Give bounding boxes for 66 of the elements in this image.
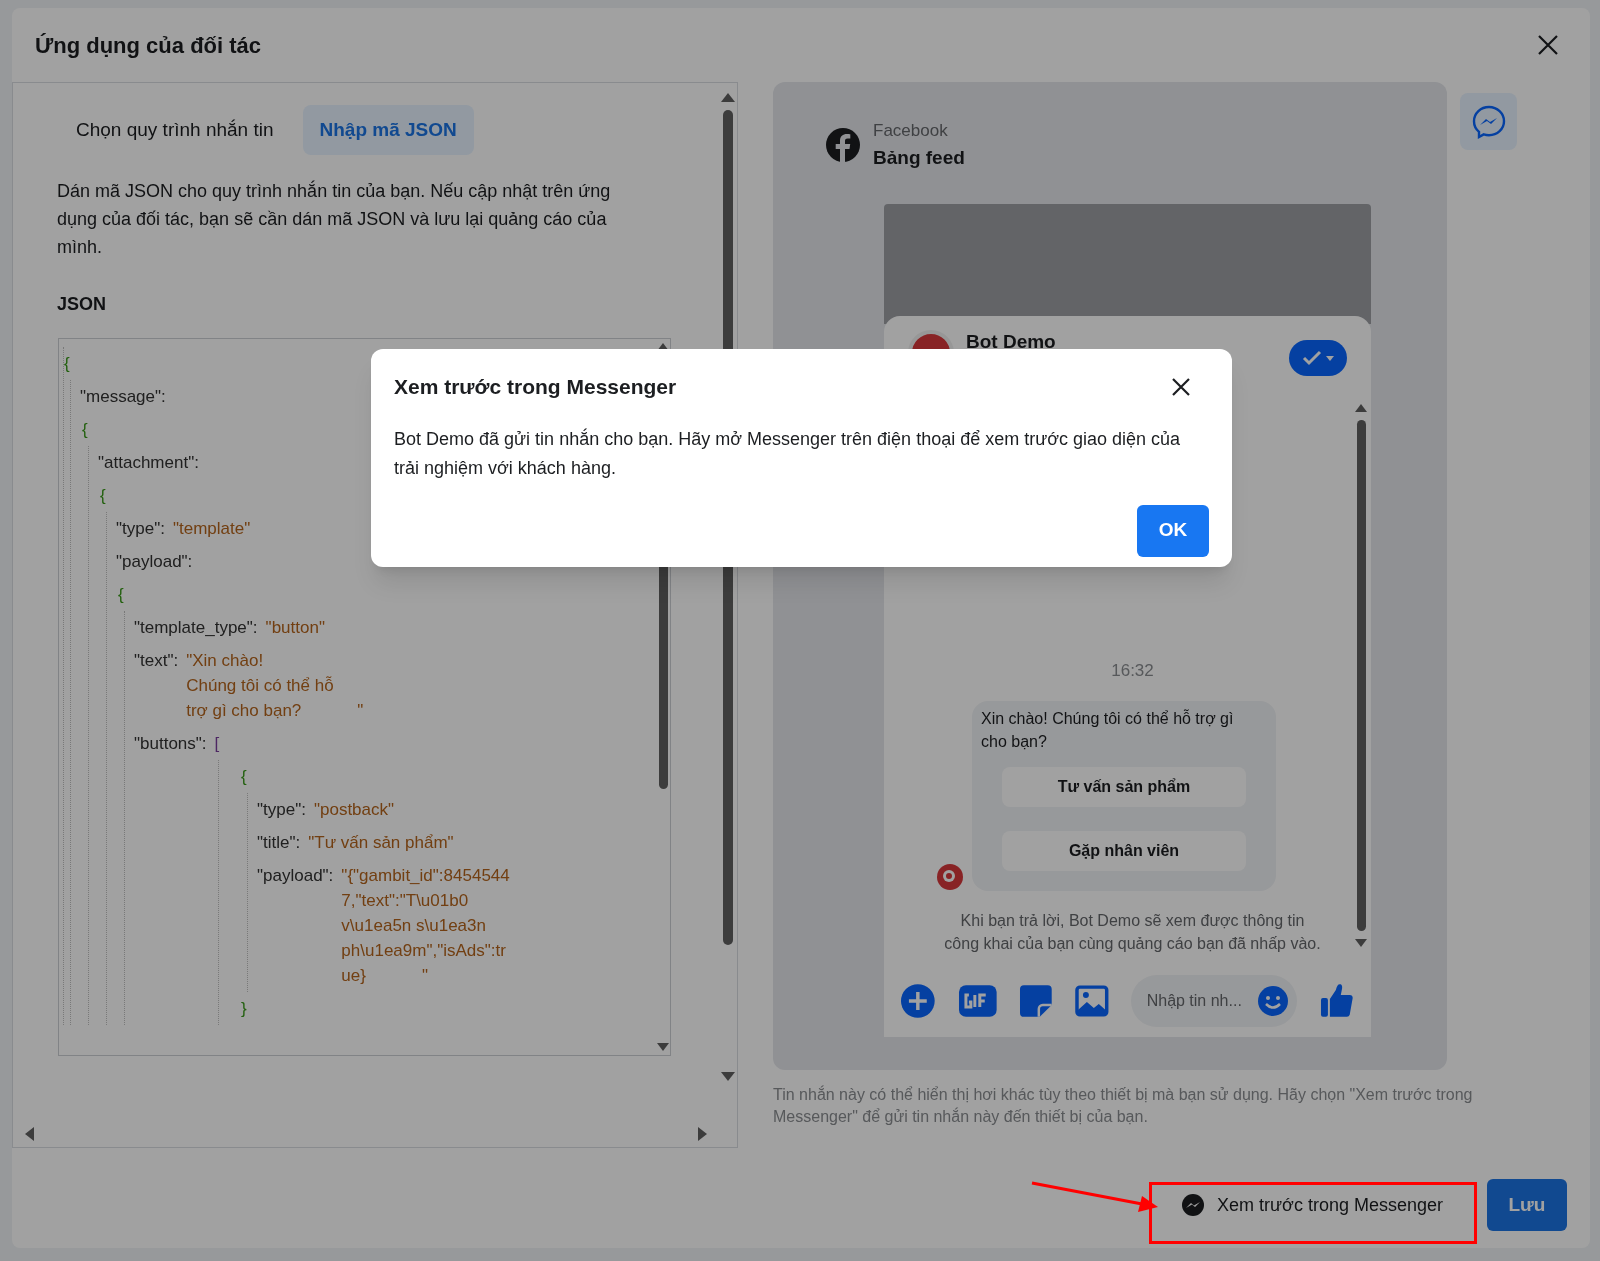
modal-title: Xem trước trong Messenger xyxy=(394,374,677,400)
close-icon[interactable] xyxy=(1537,34,1559,56)
code-string: v\u1ea5n s\u1ea3n xyxy=(341,915,486,937)
json-label: JSON xyxy=(57,293,108,316)
check-icon xyxy=(1302,350,1322,366)
verified-dropdown[interactable] xyxy=(1289,340,1347,376)
sticker-icon[interactable] xyxy=(1019,984,1053,1018)
code-key: "buttons": xyxy=(134,727,207,760)
code-string: "postback" xyxy=(313,799,395,821)
privacy-notice: Khi bạn trả lời, Bot Demo sẽ xem được thông tin công khai của bạn cùng quảng cáo bạn đã nhấp vào. xyxy=(943,911,1322,954)
code-key: "payload": xyxy=(257,863,334,888)
plus-icon[interactable] xyxy=(900,983,936,1019)
messenger-icon xyxy=(1471,104,1506,139)
tab[interactable]: Chọn quy trình nhắn tin xyxy=(59,105,291,155)
code-string: 7,"text":"T\u01b0 xyxy=(341,890,469,912)
emoji-icon[interactable] xyxy=(1257,985,1290,1017)
image-icon[interactable] xyxy=(1075,985,1109,1017)
bot-avatar-icon xyxy=(936,863,964,891)
ok-button[interactable]: OK xyxy=(1137,504,1209,557)
code-bracket: { xyxy=(82,419,88,441)
code-bracket: { xyxy=(100,485,106,507)
code-bracket: [ xyxy=(214,733,220,755)
thumbs-up-icon[interactable] xyxy=(1319,983,1355,1019)
message-text: Xin chào! Chúng tôi có thể hỗ trợ gì cho bạn? xyxy=(981,708,1235,752)
code-string: "button" xyxy=(265,617,325,639)
code-key: "payload": xyxy=(116,545,193,578)
code-string: " xyxy=(421,965,428,987)
platform-label: Facebook xyxy=(873,120,949,142)
close-icon[interactable] xyxy=(1171,376,1191,397)
code-string: Chúng tôi có thể hỗ xyxy=(186,675,334,697)
code-key: "template_type": xyxy=(134,615,258,640)
messenger-button[interactable] xyxy=(1460,93,1517,150)
message-input-text[interactable]: Nhập tin nh... xyxy=(1146,989,1258,1013)
code-string: "Tư vấn sản phẩm" xyxy=(308,832,454,854)
code-key: "title": xyxy=(257,830,301,855)
placement-label: Bảng feed xyxy=(873,145,965,170)
quick-reply-button[interactable]: Gặp nhân viên xyxy=(1002,831,1246,871)
code-string: "Xin chào! xyxy=(186,650,264,672)
messenger-icon xyxy=(1181,1193,1206,1217)
code-string: ph\u1ea9m","isAds":tr xyxy=(341,940,506,962)
message-input[interactable]: Nhập tin nh... xyxy=(1130,975,1298,1027)
caret-icon xyxy=(1326,355,1334,361)
page-name: Bot Demo xyxy=(966,330,1056,354)
code-key: "text": xyxy=(134,648,179,673)
quick-reply-button[interactable]: Tư vấn sản phẩm xyxy=(1002,767,1246,807)
modal-message: Bot Demo đã gửi tin nhắn cho bạn. Hãy mở Messenger trên điện thoại để xem trước giao diện của trải nghiệm với khách hàng. xyxy=(394,427,1182,480)
code-string: trợ gì cho bạn? xyxy=(186,700,302,722)
code-string: "template" xyxy=(172,518,251,540)
code-string: "{"gambit_id":8454544 xyxy=(341,865,510,887)
code-string: " xyxy=(357,700,364,722)
code-key: "type": xyxy=(257,797,306,822)
code-key: "attachment": xyxy=(98,446,199,479)
code-bracket: { xyxy=(241,766,247,788)
description-text: Dán mã JSON cho quy trình nhắn tin của bạn. Nếu cập nhật trên ứng dụng của đối tác, bạn sẽ cần dán mã JSON và lưu lại quảng cáo của mình. xyxy=(57,179,612,259)
facebook-logo-icon xyxy=(825,127,861,163)
code-key: "type": xyxy=(116,516,165,541)
code-bracket: { xyxy=(64,353,70,375)
gif-icon[interactable] xyxy=(957,983,998,1019)
message-time: 16:32 xyxy=(1110,659,1155,682)
code-bracket: { xyxy=(118,584,124,606)
preview-note: Tin nhắn này có thể hiển thị hơi khác tùy theo thiết bị mà bạn sử dụng. Hãy chọn "Xem trước trong Messenger" để gửi tin nhắn này đến thiết bị của bạn. xyxy=(773,1084,1474,1127)
preview-in-messenger-button[interactable]: Xem trước trong Messenger xyxy=(1177,1179,1473,1231)
dialog-title: Ứng dụng của đối tác xyxy=(35,31,262,60)
code-key: "message": xyxy=(80,380,166,413)
code-string: ue} xyxy=(341,965,366,987)
code-bracket: } xyxy=(241,998,247,1020)
